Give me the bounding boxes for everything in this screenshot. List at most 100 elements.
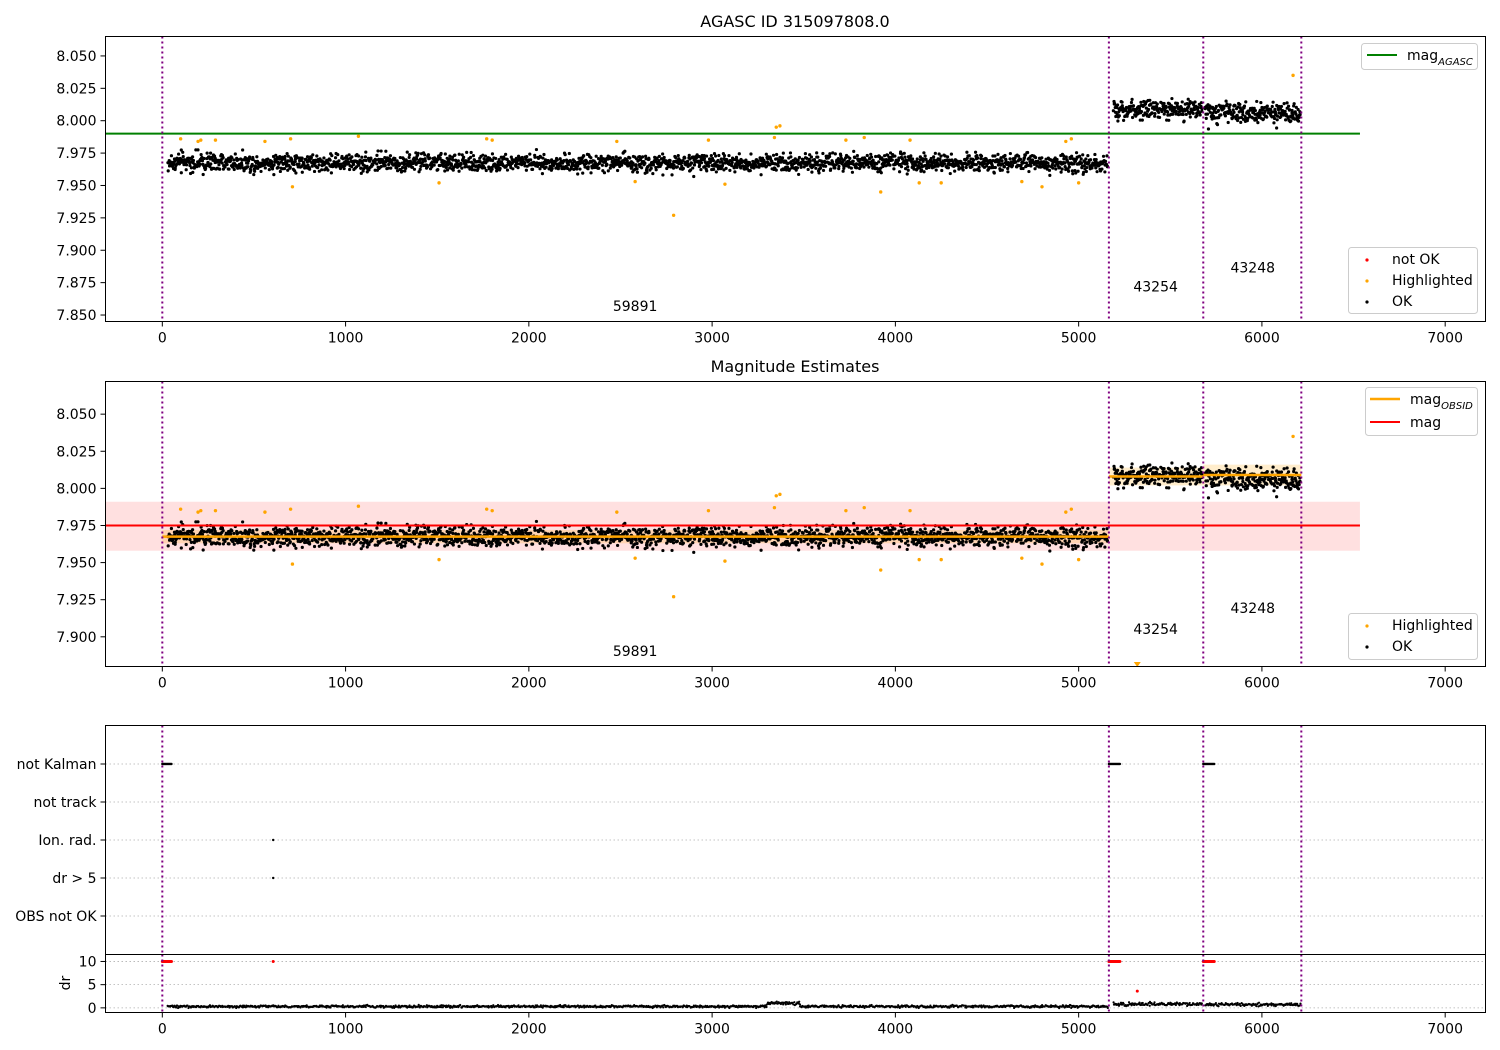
ok-point [389, 541, 393, 545]
ok-point [360, 528, 364, 532]
ok-point [818, 166, 823, 170]
ok-point [839, 154, 843, 158]
ok-point [181, 527, 185, 532]
ok-point [1285, 101, 1289, 105]
y-tick-label: 8.025 [56, 81, 96, 97]
ok-point [829, 167, 833, 171]
ok-point [797, 155, 802, 160]
ok-point [806, 167, 810, 172]
ok-point [1006, 170, 1010, 174]
ok-point [248, 155, 252, 159]
ok-point [993, 527, 997, 531]
ok-point [1008, 151, 1012, 156]
y-tick-label: 8.050 [56, 49, 96, 65]
highlighted-point [1291, 73, 1295, 78]
ok-point [759, 173, 763, 177]
ok-point [1244, 100, 1248, 104]
ok-point [364, 532, 368, 536]
ok-point [759, 548, 763, 552]
ok-point [651, 537, 656, 541]
ok-point [529, 531, 533, 535]
ok-point [727, 153, 731, 158]
ok-point [294, 546, 298, 550]
ok-point [903, 528, 907, 532]
ok-point [938, 530, 942, 534]
ok-point [436, 167, 440, 172]
ok-point [949, 152, 954, 156]
ok-point [581, 171, 585, 175]
ok-point [578, 167, 582, 171]
ok-point [451, 158, 455, 162]
ok-point [400, 165, 405, 170]
ok-point [803, 152, 808, 156]
ok-point [714, 545, 718, 549]
ok-point [932, 155, 936, 159]
ok-point [432, 163, 436, 167]
ok-point [375, 162, 379, 166]
ok-point [649, 541, 653, 545]
ok-point [181, 155, 185, 159]
ok-point [888, 163, 892, 167]
ok-point [282, 166, 287, 171]
ok-point [253, 544, 257, 548]
ok-point [812, 531, 817, 535]
ok-point [563, 153, 567, 157]
ok-point [709, 153, 713, 158]
ok-point [166, 169, 170, 173]
ok-point [795, 540, 800, 545]
ok-point [463, 539, 467, 543]
highlighted-point [908, 138, 912, 142]
ok-point [934, 543, 938, 547]
ok-point [201, 172, 205, 177]
ok-point [795, 166, 800, 170]
ok-point [179, 546, 183, 550]
ok-point [734, 528, 739, 532]
ok-point [206, 160, 210, 165]
ok-point [1095, 170, 1099, 174]
ok-point [581, 546, 585, 551]
ok-point [1060, 167, 1064, 171]
ok-point [379, 521, 383, 525]
ok-point [905, 162, 909, 166]
ok-point [188, 538, 192, 542]
ok-point [190, 155, 195, 159]
ok-point [326, 168, 330, 172]
ok-point [227, 167, 231, 171]
ok-point [1235, 118, 1240, 123]
ok-point [1162, 101, 1166, 106]
ok-point [451, 531, 455, 536]
ok-point [1265, 115, 1269, 119]
ok-point [919, 543, 924, 547]
ok-point [821, 543, 826, 547]
ok-point [824, 539, 828, 543]
ok-point [897, 545, 902, 549]
ok-point [250, 162, 254, 167]
ok-point [640, 155, 645, 159]
ok-point [699, 542, 703, 546]
legend-marker-ok [1365, 300, 1369, 304]
ok-point [605, 163, 609, 167]
ok-point [432, 537, 436, 541]
ok-point [973, 150, 978, 154]
ok-point [643, 527, 648, 531]
axes-layer: 0 1000 2000 3000 4000 5000 6000 70007.8507.8757… [56, 49, 1463, 347]
ok-point [681, 541, 685, 545]
ok-point [498, 541, 502, 545]
ok-point [808, 159, 812, 164]
ok-point [967, 526, 971, 531]
ok-point [1090, 166, 1094, 170]
ok-point [922, 170, 926, 174]
ok-point [209, 162, 213, 166]
ok-point [841, 169, 845, 173]
ok-point [383, 163, 387, 168]
ok-point [320, 543, 324, 547]
x-tick-label: 0 [158, 331, 167, 347]
ok-point [1027, 169, 1031, 174]
ok-point [494, 156, 498, 161]
ok-point [1253, 108, 1258, 113]
ok-point [1000, 532, 1004, 536]
ok-point [521, 157, 525, 162]
y-tick-label: 7.925 [56, 211, 96, 227]
ok-point [484, 543, 488, 548]
highlighted-point [1076, 181, 1081, 185]
